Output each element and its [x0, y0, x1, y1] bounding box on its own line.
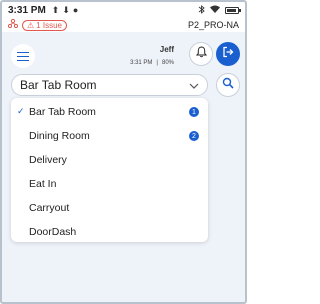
count-badge: 2 — [189, 131, 199, 141]
status-bar: 3:31 PM ⬆ ⬇ ● — [2, 2, 245, 18]
user-time: 3:31 PM — [130, 60, 153, 66]
bell-icon — [195, 45, 207, 63]
battery-icon — [225, 6, 241, 14]
dropdown-item-label: Carryout — [29, 202, 70, 214]
dropdown-item-carryout[interactable]: Carryout — [11, 196, 208, 220]
room-select[interactable]: Bar Tab Room — [11, 74, 208, 96]
count-badge: 1 — [189, 107, 199, 117]
issue-badge[interactable]: ⚠ 1 Issue — [22, 19, 67, 31]
device-id: P2_PRO-NA — [187, 20, 239, 30]
menu-button[interactable] — [11, 44, 35, 68]
user-meta: 3:31 PM | 80% — [130, 60, 174, 66]
logout-icon — [222, 45, 234, 63]
user-info: Jeff 3:31 PM | 80% — [130, 45, 174, 66]
dropdown-item-dining-room[interactable]: Dining Room 2 — [11, 124, 208, 148]
dropdown-item-label: Bar Tab Room — [29, 106, 96, 118]
room-select-value: Bar Tab Room — [20, 78, 97, 92]
system-tray — [198, 4, 241, 16]
device-frame: 3:31 PM ⬆ ⬇ ● ⚠ 1 Issue P2_PRO-NA Jeff 3… — [0, 0, 247, 304]
notifications-button[interactable] — [189, 42, 213, 66]
dropdown-item-label: DoorDash — [29, 226, 77, 238]
room-dropdown: ✓ Bar Tab Room 1 Dining Room 2 Delivery … — [11, 98, 208, 242]
dropdown-item-label: Eat In — [29, 178, 57, 190]
issue-badge-label: 1 Issue — [36, 20, 62, 30]
chevron-down-icon — [189, 76, 199, 94]
warning-icon: ⚠ — [27, 20, 35, 30]
dropdown-item-label: Delivery — [29, 154, 67, 166]
dropdown-item-delivery[interactable]: Delivery — [11, 148, 208, 172]
battery-level: 80% — [161, 60, 174, 66]
search-icon — [222, 76, 234, 94]
search-button[interactable] — [216, 73, 240, 97]
logout-button[interactable] — [216, 42, 240, 66]
dropdown-item-bar-tab-room[interactable]: ✓ Bar Tab Room 1 — [11, 100, 208, 124]
upload-icon: ⬆ — [51, 4, 60, 15]
bluetooth-icon — [198, 4, 205, 16]
dropdown-item-eat-in[interactable]: Eat In — [11, 172, 208, 196]
hamburger-icon — [17, 51, 29, 61]
location-icon: ● — [72, 5, 79, 15]
info-strip: ⚠ 1 Issue P2_PRO-NA — [2, 18, 245, 32]
status-time: 3:31 PM — [8, 4, 46, 16]
dropdown-item-doordash[interactable]: DoorDash — [11, 220, 208, 244]
alert-network-icon — [7, 18, 19, 31]
check-icon: ✓ — [17, 106, 25, 116]
download-icon: ⬇ — [62, 4, 70, 15]
user-name: Jeff — [159, 45, 174, 54]
wifi-icon — [210, 5, 220, 15]
dropdown-item-label: Dining Room — [29, 130, 90, 142]
